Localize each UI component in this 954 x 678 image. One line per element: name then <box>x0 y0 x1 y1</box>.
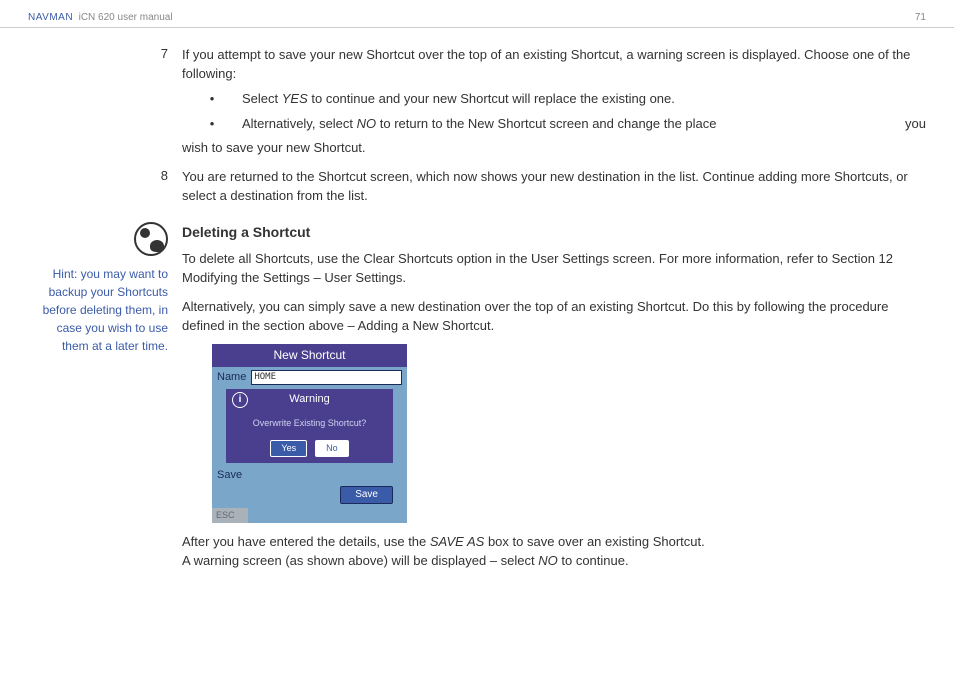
paragraph: A warning screen (as shown above) will b… <box>182 552 926 571</box>
step-number: 8 <box>161 168 168 183</box>
no-button[interactable]: No <box>315 440 349 457</box>
warning-dialog: i Warning Overwrite Existing Shortcut? Y… <box>226 389 393 463</box>
yes-button[interactable]: Yes <box>270 440 307 457</box>
info-icon: i <box>232 392 248 408</box>
brand: NAVMAN <box>28 12 73 23</box>
name-label: Name <box>217 370 246 386</box>
save-button[interactable]: Save <box>340 486 393 505</box>
step-text: You are returned to the Shortcut screen,… <box>182 168 926 206</box>
esc-button[interactable]: ESC <box>212 508 248 523</box>
name-input[interactable]: HOME <box>251 370 402 385</box>
section-deleting: Hint: you may want to backup your Shortc… <box>28 222 926 571</box>
warning-text: Overwrite Existing Shortcut? <box>226 411 393 440</box>
bullet-icon: • <box>182 90 242 109</box>
page-number: 71 <box>915 12 926 23</box>
bullet-item: • Select YES to continue and your new Sh… <box>182 90 926 109</box>
device-title: New Shortcut <box>212 344 407 367</box>
hint-text: Hint: you may want to backup your Shortc… <box>28 265 168 355</box>
step-number: 7 <box>161 46 168 61</box>
step-8: 8 You are returned to the Shortcut scree… <box>28 168 926 206</box>
page-header: NAVMAN iCN 620 user manual 71 <box>0 0 954 28</box>
step-7: 7 If you attempt to save your new Shortc… <box>28 46 926 158</box>
section-heading: Deleting a Shortcut <box>182 222 926 242</box>
globe-icon <box>134 222 168 256</box>
paragraph: After you have entered the details, use … <box>182 533 926 552</box>
save-label: Save <box>217 468 242 484</box>
bullet-icon: • <box>182 115 242 134</box>
bullet-item: • Alternatively, select NO to return to … <box>182 115 926 134</box>
paragraph: Alternatively, you can simply save a new… <box>182 298 926 336</box>
paragraph: To delete all Shortcuts, use the Clear S… <box>182 250 926 288</box>
device-screenshot: New Shortcut Name HOME i Warning Overwri… <box>212 344 407 524</box>
warning-title: Warning <box>289 392 330 408</box>
step-text: If you attempt to save your new Shortcut… <box>182 46 926 84</box>
